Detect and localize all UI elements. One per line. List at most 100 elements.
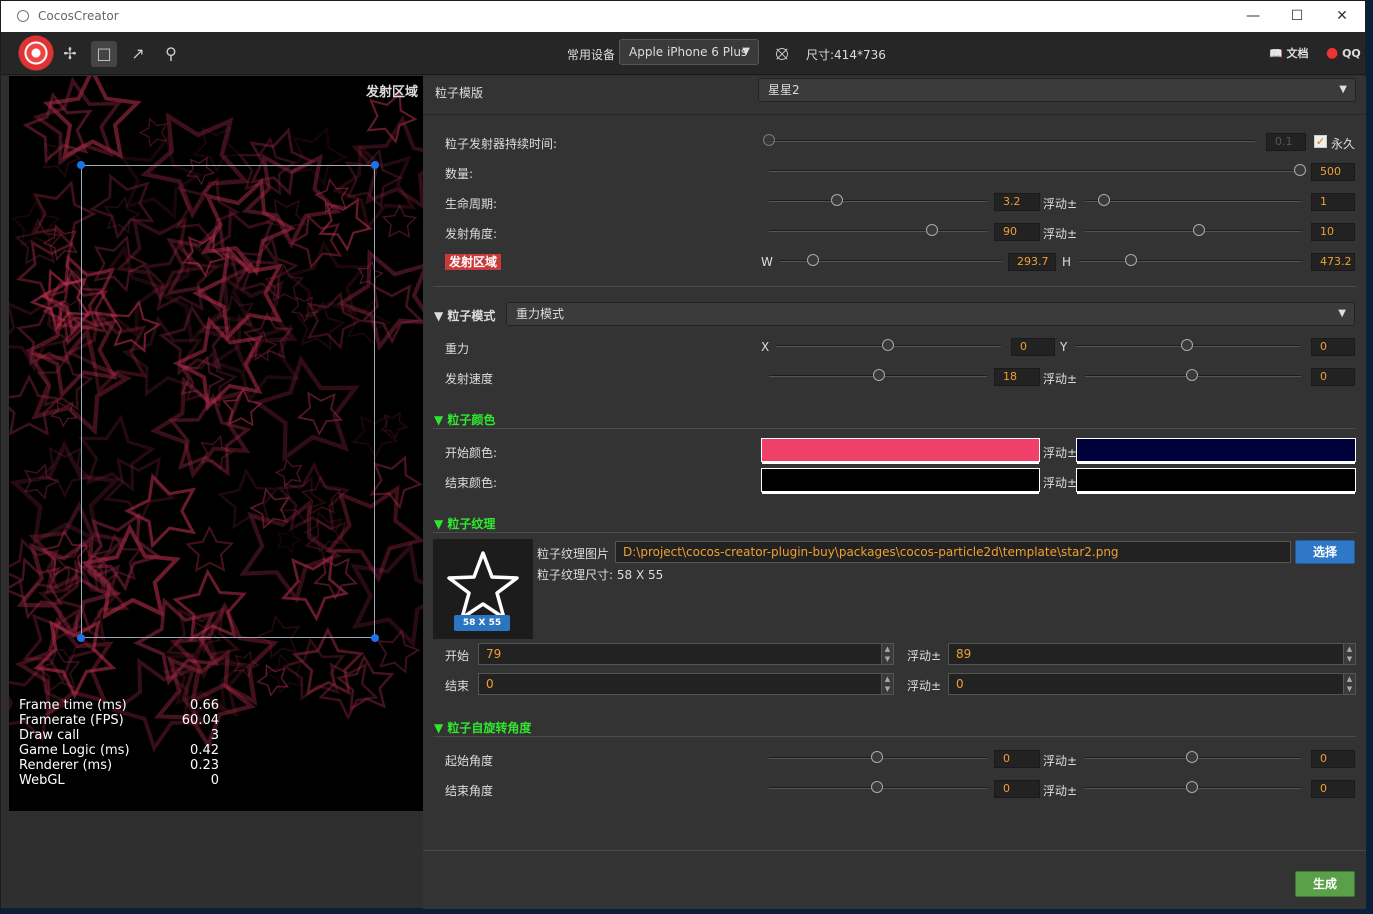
start-color-var-swatch[interactable] <box>1076 438 1356 464</box>
size-start-var-stepper[interactable]: 89 ▲ ▼ <box>948 643 1356 665</box>
gravity-y-slider-knob[interactable] <box>1181 339 1193 351</box>
generate-button[interactable]: 生成 <box>1295 871 1355 897</box>
docs-link[interactable]: 📖 文档 <box>1269 45 1309 61</box>
spin-section-header[interactable]: ▼ 粒子自旋转角度 <box>434 719 531 736</box>
texture-path-input[interactable]: D:\project\cocos-creator-plugin-buy\pack… <box>615 541 1291 563</box>
end-color-var-swatch[interactable] <box>1076 468 1356 494</box>
qq-link[interactable]: ● QQ <box>1326 45 1361 61</box>
move-tool-icon[interactable]: ✢ <box>57 41 83 67</box>
stat-row: Renderer (ms) 0.23 <box>19 758 219 773</box>
spin-end-slider-knob[interactable] <box>871 781 883 793</box>
count-input[interactable]: 500 <box>1311 163 1355 181</box>
life-input[interactable]: 3.2 <box>994 193 1040 211</box>
mode-section-header[interactable]: ▼ 粒子模式 <box>434 307 495 324</box>
height-input[interactable]: 473.2 <box>1311 253 1355 271</box>
gravity-x-slider-knob[interactable] <box>882 339 894 351</box>
count-slider-knob[interactable] <box>1294 164 1306 176</box>
stat-row: Game Logic (ms) 0.42 <box>19 743 219 758</box>
stepper-arrows-icon[interactable]: ▲ ▼ <box>881 644 893 664</box>
duration-input[interactable]: 0.1 <box>1266 133 1306 151</box>
resize-handle-tr[interactable] <box>371 161 379 169</box>
particle-star <box>39 217 87 266</box>
size-start-stepper[interactable]: 79 ▲ ▼ <box>478 643 894 665</box>
emit-area-rect[interactable] <box>77 161 379 642</box>
size-start-var-value: 89 <box>956 647 972 661</box>
qq-label: QQ <box>1342 47 1361 60</box>
resize-handle-bl[interactable] <box>77 634 85 642</box>
chevron-down-icon: ▼ <box>742 46 750 57</box>
title-bar: CocosCreator — ☐ ✕ <box>1 1 1365 32</box>
resize-handle-tl[interactable] <box>77 161 85 169</box>
size-end-label: 结束 <box>445 679 470 693</box>
height-slider-knob[interactable] <box>1125 254 1137 266</box>
size-end-var-label: 浮动± <box>907 679 942 693</box>
resize-handle-br[interactable] <box>371 634 379 642</box>
duration-slider-knob[interactable] <box>763 134 775 146</box>
life-var-slider-knob[interactable] <box>1098 194 1110 206</box>
size-end-stepper[interactable]: 0 ▲ ▼ <box>478 673 894 695</box>
angle-slider[interactable] <box>769 230 987 232</box>
scale-tool-icon[interactable]: ↗ <box>125 41 151 67</box>
stepper-arrows-icon[interactable]: ▲ ▼ <box>881 674 893 694</box>
qq-penguin-icon: ● <box>1326 45 1339 61</box>
speed-var-input[interactable]: 0 <box>1311 368 1355 386</box>
texture-thumbnail[interactable]: 58 X 55 <box>433 539 533 639</box>
life-slider-knob[interactable] <box>831 194 843 206</box>
gravity-y-input[interactable]: 0 <box>1311 338 1355 356</box>
rotate-device-icon[interactable]: ⦻ <box>769 39 795 65</box>
speed-var-slider-knob[interactable] <box>1186 369 1198 381</box>
life-slider[interactable] <box>769 200 987 202</box>
speed-label: 发射速度 <box>445 372 494 386</box>
spin-start-var-slider-knob[interactable] <box>1186 751 1198 763</box>
height-slider[interactable] <box>1079 260 1301 262</box>
spin-start-input[interactable]: 0 <box>994 750 1040 768</box>
gravity-x-input[interactable]: 0 <box>1011 338 1055 356</box>
color-section-header[interactable]: ▼ 粒子颜色 <box>434 411 495 428</box>
size-end-var-stepper[interactable]: 0 ▲ ▼ <box>948 673 1356 695</box>
life-var-slider[interactable] <box>1085 200 1301 202</box>
rect-tool-icon[interactable]: □ <box>91 41 117 67</box>
end-color-var-label: 浮动± <box>1043 476 1078 490</box>
size-start-var-label: 浮动± <box>907 649 942 663</box>
spin-end-var-input[interactable]: 0 <box>1311 780 1355 798</box>
stat-value: 0.23 <box>190 758 219 773</box>
close-button[interactable]: ✕ <box>1319 1 1365 32</box>
spin-start-slider-knob[interactable] <box>871 751 883 763</box>
template-select[interactable]: 星星2 ▼ <box>758 78 1356 102</box>
particle-preview[interactable]: 发射区域 Frame time (ms) 0.66 Framerate (FPS)… <box>9 76 423 811</box>
spin-end-var-slider-knob[interactable] <box>1186 781 1198 793</box>
minimize-button[interactable]: — <box>1230 1 1276 32</box>
zoom-tool-icon[interactable]: ⚲ <box>158 41 184 67</box>
spin-end-input[interactable]: 0 <box>994 780 1040 798</box>
divider <box>433 532 1356 533</box>
width-slider-knob[interactable] <box>807 254 819 266</box>
maximize-button[interactable]: ☐ <box>1274 1 1320 32</box>
stat-name: Framerate (FPS) <box>19 713 124 728</box>
spin-start-var-input[interactable]: 0 <box>1311 750 1355 768</box>
stepper-arrows-icon[interactable]: ▲ ▼ <box>1343 674 1355 694</box>
speed-input[interactable]: 18 <box>994 368 1040 386</box>
select-texture-button[interactable]: 选择 <box>1295 540 1355 564</box>
stepper-arrows-icon[interactable]: ▲ ▼ <box>1343 644 1355 664</box>
angle-input[interactable]: 90 <box>994 223 1040 241</box>
spin-start-var-label: 浮动± <box>1043 754 1078 768</box>
angle-var-slider-knob[interactable] <box>1193 224 1205 236</box>
life-var-input[interactable]: 1 <box>1311 193 1355 211</box>
texture-section-header[interactable]: ▼ 粒子纹理 <box>434 515 495 532</box>
texture-image-label: 粒子纹理图片 <box>537 547 610 561</box>
duration-slider[interactable] <box>769 140 1255 142</box>
forever-checkbox[interactable]: ✓ <box>1314 135 1327 148</box>
start-color-swatch[interactable] <box>761 438 1040 464</box>
swatch-underline <box>1077 462 1355 464</box>
spin-end-var-label: 浮动± <box>1043 784 1078 798</box>
angle-slider-knob[interactable] <box>926 224 938 236</box>
device-select[interactable]: Apple iPhone 6 Plus ▼ <box>619 39 759 65</box>
emit-area-tag: 发射区域 <box>445 254 502 270</box>
stat-name: Draw call <box>19 728 80 743</box>
speed-slider-knob[interactable] <box>873 369 885 381</box>
width-input[interactable]: 293.7 <box>1008 253 1056 271</box>
count-slider[interactable] <box>769 170 1299 172</box>
end-color-swatch[interactable] <box>761 468 1040 494</box>
angle-var-input[interactable]: 10 <box>1311 223 1355 241</box>
mode-select[interactable]: 重力模式 ▼ <box>506 302 1355 326</box>
